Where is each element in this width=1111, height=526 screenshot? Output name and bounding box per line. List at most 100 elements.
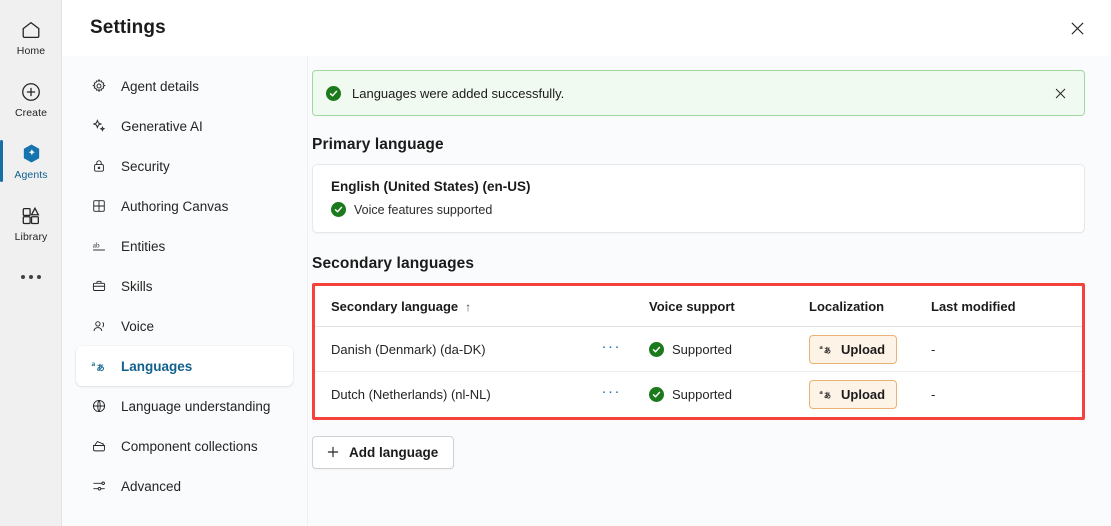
add-language-label: Add language	[349, 444, 439, 460]
close-icon	[1054, 87, 1067, 100]
row-more-options-button[interactable]: ···	[600, 339, 634, 358]
voice-support-label: Supported	[672, 386, 732, 402]
plus-icon	[326, 445, 340, 459]
app-root: Home Create Agents Library Settings Agen…	[0, 0, 1111, 526]
table-header-row: Secondary language ↑ Voice support Locali…	[315, 286, 1082, 327]
cell-last-modified: -	[915, 371, 1082, 417]
ab-icon: ab	[90, 237, 108, 255]
sidebar-item-agent-details[interactable]: Agent details	[76, 66, 293, 106]
primary-language-name: English (United States) (en-US)	[331, 179, 531, 194]
rail-label-home: Home	[16, 44, 46, 57]
column-header-secondary-language[interactable]: Secondary language ↑	[315, 286, 633, 327]
sidebar-item-label: Agent details	[121, 78, 200, 94]
language-icon: a あ	[819, 342, 834, 357]
sidebar-item-label: Languages	[121, 358, 193, 374]
column-header-last-modified[interactable]: Last modified	[915, 286, 1082, 327]
secondary-languages-heading: Secondary languages	[312, 255, 475, 272]
add-language-button[interactable]: Add language	[312, 435, 455, 469]
column-header-localization[interactable]: Localization	[793, 286, 915, 327]
svg-text:あ: あ	[96, 363, 104, 372]
settings-panel: Settings Agent details Generative AI Sec…	[62, 0, 1111, 526]
voice-support-status: Supported	[649, 386, 793, 402]
cell-localization: a あ Upload	[793, 326, 915, 372]
language-cell-inner: Dutch (Netherlands) (nl-NL) ···	[331, 384, 634, 403]
rail-item-create[interactable]: Create	[0, 68, 62, 130]
secondary-languages-table-highlight: Secondary language ↑ Voice support Locali…	[312, 283, 1085, 420]
upload-button[interactable]: a あ Upload	[809, 334, 898, 364]
banner-close-button[interactable]	[1048, 81, 1072, 105]
row-more-options-button[interactable]: ···	[600, 384, 634, 403]
success-banner-text: Languages were added successfully.	[352, 85, 565, 101]
sidebar-item-component-collections[interactable]: Component collections	[76, 426, 293, 466]
settings-content: Languages were added successfully. Prima…	[308, 56, 1111, 526]
rail-label-create: Create	[14, 106, 48, 119]
sidebar-item-generative-ai[interactable]: Generative AI	[76, 106, 293, 146]
table-row[interactable]: Dutch (Netherlands) (nl-NL) ··· Supporte…	[315, 371, 1082, 417]
column-header-label: Secondary language	[331, 299, 459, 314]
primary-language-card: English (United States) (en-US) Voice fe…	[312, 164, 1085, 233]
voice-support-label: Supported	[672, 341, 732, 357]
close-button[interactable]	[1061, 12, 1093, 44]
svg-text:a: a	[91, 359, 95, 368]
svg-text:あ: あ	[824, 345, 831, 354]
primary-voice-status: Voice features supported	[331, 202, 1066, 217]
collections-icon	[90, 437, 108, 455]
svg-text:ab: ab	[93, 242, 100, 250]
sidebar-item-label: Advanced	[121, 478, 182, 494]
rail-item-library[interactable]: Library	[0, 192, 62, 254]
dot	[37, 275, 41, 279]
rail-overflow-button[interactable]	[0, 254, 62, 300]
sliders-icon	[90, 477, 108, 495]
cell-voice-support: Supported	[633, 326, 793, 372]
cell-last-modified: -	[915, 326, 1082, 372]
table-head: Secondary language ↑ Voice support Locali…	[315, 286, 1082, 327]
globe-brain-icon	[90, 397, 108, 415]
language-icon: a あ	[819, 387, 834, 402]
rail-item-home[interactable]: Home	[0, 6, 62, 68]
sparkle-icon	[90, 117, 108, 135]
sidebar-item-security[interactable]: Security	[76, 146, 293, 186]
sidebar-item-skills[interactable]: Skills	[76, 266, 293, 306]
sidebar-item-languages[interactable]: a あ Languages	[76, 346, 293, 386]
table-row[interactable]: Danish (Denmark) (da-DK) ··· Supported a…	[315, 326, 1082, 372]
sidebar-item-advanced[interactable]: Advanced	[76, 466, 293, 506]
settings-nav: Agent details Generative AI Security Aut…	[62, 56, 308, 526]
lock-icon	[90, 157, 108, 175]
sidebar-item-label: Entities	[121, 238, 166, 254]
column-header-voice-support[interactable]: Voice support	[633, 286, 793, 327]
sidebar-item-authoring-canvas[interactable]: Authoring Canvas	[76, 186, 293, 226]
rail-label-library: Library	[14, 230, 48, 243]
language-cell-inner: Danish (Denmark) (da-DK) ···	[331, 339, 634, 358]
dot	[29, 275, 33, 279]
cell-voice-support: Supported	[633, 371, 793, 417]
sidebar-item-language-understanding[interactable]: Language understanding	[76, 386, 293, 426]
upload-button[interactable]: a あ Upload	[809, 379, 898, 409]
cell-language: Danish (Denmark) (da-DK) ···	[315, 326, 634, 372]
dot	[21, 275, 25, 279]
grid-icon	[90, 197, 108, 215]
sidebar-item-label: Security	[121, 158, 170, 174]
svg-text:あ: あ	[824, 391, 831, 400]
sidebar-item-label: Skills	[121, 278, 153, 294]
success-check-icon	[326, 85, 341, 101]
agents-sparkle-icon	[19, 142, 43, 166]
last-modified-value: -	[931, 386, 936, 402]
settings-header: Settings	[62, 0, 1111, 56]
table-body: Danish (Denmark) (da-DK) ··· Supported a…	[315, 326, 1082, 417]
settings-body: Agent details Generative AI Security Aut…	[62, 56, 1111, 526]
sidebar-item-label: Generative AI	[121, 118, 203, 134]
upload-button-label: Upload	[841, 386, 886, 402]
sidebar-item-entities[interactable]: ab Entities	[76, 226, 293, 266]
sidebar-item-voice[interactable]: Voice	[76, 306, 293, 346]
upload-button-label: Upload	[841, 341, 886, 357]
rail-label-agents: Agents	[14, 168, 48, 181]
library-icon	[19, 204, 43, 228]
home-icon	[19, 18, 43, 42]
svg-text:a: a	[819, 344, 823, 351]
app-rail: Home Create Agents Library	[0, 0, 62, 526]
success-check-icon	[331, 202, 346, 217]
success-check-icon	[649, 341, 664, 357]
sidebar-item-label: Component collections	[121, 438, 258, 454]
primary-voice-status-text: Voice features supported	[354, 202, 493, 217]
rail-item-agents[interactable]: Agents	[0, 130, 62, 192]
